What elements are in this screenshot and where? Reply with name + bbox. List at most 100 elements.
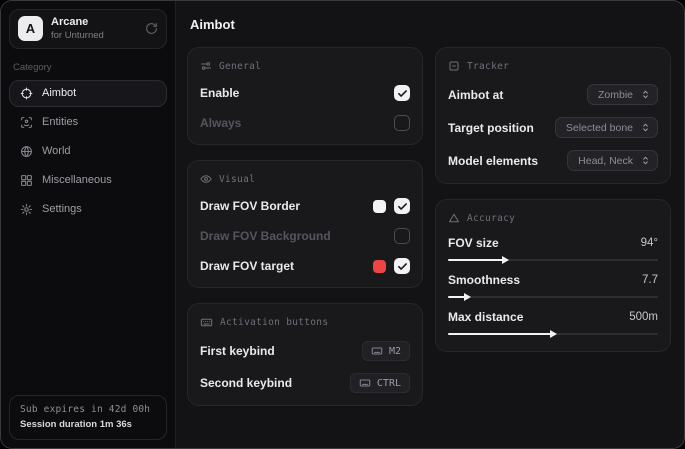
keybind-value: CTRL (377, 378, 401, 389)
keyboard-icon (200, 316, 213, 329)
first-keybind-row: First keybind M2 (200, 341, 410, 361)
row-label: Model elements (448, 154, 538, 168)
general-card: General Enable Always (187, 47, 423, 145)
enable-checkbox[interactable] (394, 85, 410, 101)
first-keybind-button[interactable]: M2 (362, 341, 410, 361)
row-label: Second keybind (200, 376, 292, 390)
row-label: Smoothness (448, 273, 520, 287)
smoothness-value: 7.7 (642, 274, 658, 286)
keybind-value: M2 (389, 346, 401, 357)
sidebar-item-aimbot[interactable]: Aimbot (9, 80, 167, 107)
fov-size-value: 94° (641, 237, 658, 249)
tracker-card: Tracker Aimbot at Zombie Target position (435, 47, 671, 184)
tracker-icon (448, 60, 460, 72)
entities-icon (20, 116, 33, 129)
chevrons-up-down-icon (640, 89, 651, 100)
activation-buttons-card: Activation buttons First keybind M2 (187, 303, 423, 406)
activation-card-header: Activation buttons (200, 316, 410, 329)
sidebar: A Arcane for Unturned Category Aimbot (1, 1, 176, 448)
max-distance-value: 500m (629, 311, 658, 323)
grid-icon (20, 174, 33, 187)
sidebar-item-settings[interactable]: Settings (9, 196, 167, 223)
dropdown-value: Selected bone (566, 122, 633, 134)
fov-size-row: FOV size 94° (448, 236, 658, 261)
row-label: Draw FOV Border (200, 199, 300, 213)
card-title: Activation buttons (220, 317, 328, 328)
always-checkbox[interactable] (394, 115, 410, 131)
crosshair-icon (20, 87, 33, 100)
dropdown-value: Zombie (598, 89, 633, 101)
sidebar-item-label: World (42, 145, 71, 157)
sidebar-spacer (9, 223, 167, 395)
accuracy-card-header: Accuracy (448, 212, 658, 224)
target-position-dropdown[interactable]: Selected bone (555, 117, 658, 138)
fov-target-color-swatch[interactable] (373, 260, 386, 273)
visual-card: Visual Draw FOV Border Draw FOV Backgrou… (187, 160, 423, 288)
sidebar-item-label: Aimbot (42, 87, 76, 99)
fov-background-row: Draw FOV Background (200, 227, 410, 245)
fov-background-checkbox[interactable] (394, 228, 410, 244)
second-keybind-button[interactable]: CTRL (350, 373, 410, 393)
app-logo-card: A Arcane for Unturned (9, 9, 167, 49)
keyboard-icon (371, 345, 383, 357)
fov-size-slider[interactable] (448, 259, 658, 261)
sub-expiry-text: Sub expires in 42d 00h (20, 404, 156, 415)
row-label: FOV size (448, 236, 499, 250)
fov-border-color-swatch[interactable] (373, 200, 386, 213)
card-title: Accuracy (467, 213, 515, 224)
dropdown-value: Head, Neck (578, 155, 633, 167)
target-position-row: Target position Selected bone (448, 117, 658, 138)
keyboard-icon (359, 377, 371, 389)
page-title: Aimbot (190, 17, 671, 32)
visual-card-header: Visual (200, 173, 410, 185)
globe-icon (20, 145, 33, 158)
smoothness-slider[interactable] (448, 296, 658, 298)
fov-target-row: Draw FOV target (200, 257, 410, 275)
category-label: Category (13, 62, 163, 73)
row-label: First keybind (200, 344, 275, 358)
sliders-icon (200, 60, 212, 72)
fov-target-checkbox[interactable] (394, 258, 410, 274)
card-title: Visual (219, 174, 255, 185)
smoothness-row: Smoothness 7.7 (448, 273, 658, 298)
cards-columns: General Enable Always (187, 47, 671, 406)
model-elements-row: Model elements Head, Neck (448, 150, 658, 171)
model-elements-dropdown[interactable]: Head, Neck (567, 150, 658, 171)
app-window: A Arcane for Unturned Category Aimbot (0, 0, 685, 449)
sidebar-item-label: Entities (42, 116, 78, 128)
row-label: Max distance (448, 310, 523, 324)
card-title: General (219, 61, 261, 72)
eye-icon (200, 173, 212, 185)
tracker-card-header: Tracker (448, 60, 658, 72)
subscription-status-card: Sub expires in 42d 00h Session duration … (9, 395, 167, 440)
slider-thumb[interactable] (502, 256, 509, 264)
row-label: Always (200, 116, 241, 130)
sidebar-item-world[interactable]: World (9, 138, 167, 165)
session-duration-text: Session duration 1m 36s (20, 419, 156, 430)
slider-thumb[interactable] (464, 293, 471, 301)
app-logo: A (18, 16, 43, 41)
general-card-header: General (200, 60, 410, 72)
sidebar-item-entities[interactable]: Entities (9, 109, 167, 136)
fov-border-checkbox[interactable] (394, 198, 410, 214)
right-column: Tracker Aimbot at Zombie Target position (435, 47, 671, 352)
sidebar-item-label: Settings (42, 203, 82, 215)
sidebar-item-label: Miscellaneous (42, 174, 112, 186)
sidebar-item-miscellaneous[interactable]: Miscellaneous (9, 167, 167, 194)
accuracy-card: Accuracy FOV size 94° (435, 199, 671, 352)
sidebar-nav: Aimbot Entities World (9, 80, 167, 223)
aimbot-at-dropdown[interactable]: Zombie (587, 84, 658, 105)
app-subtitle: for Unturned (51, 30, 104, 42)
max-distance-slider[interactable] (448, 333, 658, 335)
row-label: Draw FOV Background (200, 229, 331, 243)
row-label: Aimbot at (448, 88, 503, 102)
refresh-icon[interactable] (145, 22, 158, 35)
row-label: Enable (200, 86, 239, 100)
main-content: Aimbot General Enable (176, 1, 684, 448)
always-row: Always (200, 114, 410, 132)
fov-border-row: Draw FOV Border (200, 197, 410, 215)
row-label: Draw FOV target (200, 259, 294, 273)
card-title: Tracker (467, 61, 509, 72)
enable-row: Enable (200, 84, 410, 102)
slider-thumb[interactable] (550, 330, 557, 338)
